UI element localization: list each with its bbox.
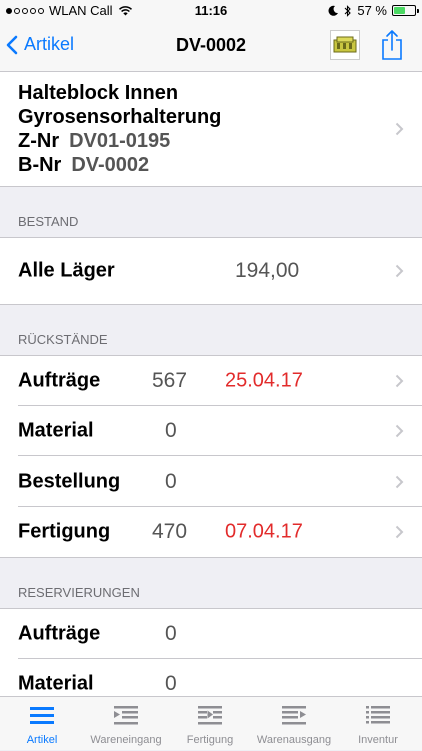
share-icon xyxy=(382,30,402,60)
backlog-quantity: 0 xyxy=(165,419,177,442)
row-fertigung[interactable]: Fertigung 470 07.04.17 xyxy=(0,507,422,557)
inbox-icon xyxy=(114,706,138,725)
chevron-right-icon xyxy=(395,122,404,136)
chevron-right-icon xyxy=(395,424,404,438)
section-header-reservierungen: RESERVIERUNGEN xyxy=(18,585,140,600)
chevron-right-icon xyxy=(395,475,404,488)
row-label: Aufträge xyxy=(18,369,101,392)
inventory-icon xyxy=(366,706,390,724)
due-date: 07.04.17 xyxy=(225,520,303,543)
drawing-number: Z-Nr DV01-0195 xyxy=(18,130,170,153)
chevron-right-icon xyxy=(395,264,404,278)
bluetooth-icon xyxy=(344,4,352,17)
moon-icon xyxy=(328,5,339,16)
battery-icon xyxy=(392,5,419,16)
chevron-right-icon xyxy=(395,525,404,539)
order-number: B-Nr DV-0002 xyxy=(18,154,149,177)
tab-bar: Artikel Wareneingang Fertigung Warenausg… xyxy=(0,696,422,750)
battery-percent: 57 % xyxy=(357,3,387,18)
drawing-number-label: Z-Nr xyxy=(18,130,60,152)
reservierungen-group: Aufträge 0 Material 0 xyxy=(0,608,422,710)
reserved-quantity: 0 xyxy=(165,622,177,645)
row-label: Alle Läger xyxy=(18,259,115,282)
article-header-cell[interactable]: Halteblock Innen Gyrosensorhalterung Z-N… xyxy=(0,72,422,186)
section-header-rueckstaende: RÜCKSTÄNDE xyxy=(18,332,108,347)
part-image-icon xyxy=(333,36,357,53)
row-reserved-auftraege: Aufträge 0 xyxy=(0,609,422,659)
row-label: Material xyxy=(18,419,94,442)
backlog-quantity: 0 xyxy=(165,469,177,493)
order-number-label: B-Nr xyxy=(18,154,62,176)
drawing-number-value: DV01-0195 xyxy=(69,130,171,152)
row-label: Fertigung xyxy=(18,520,111,543)
list-icon xyxy=(30,707,54,724)
row-label: Material xyxy=(18,672,94,695)
tab-label: Inventur xyxy=(358,734,398,746)
order-number-value: DV-0002 xyxy=(71,154,150,176)
backlog-quantity: 470 xyxy=(152,520,188,543)
tab-wareneingang[interactable]: Wareneingang xyxy=(84,697,168,751)
status-right: 57 % xyxy=(328,3,419,18)
tab-artikel[interactable]: Artikel xyxy=(0,697,84,751)
production-icon xyxy=(198,706,222,725)
due-date: 25.04.17 xyxy=(225,369,303,392)
article-header-group: Halteblock Innen Gyrosensorhalterung Z-N… xyxy=(0,72,422,187)
article-name-line2: Gyrosensorhalterung xyxy=(18,106,222,128)
row-material[interactable]: Material 0 xyxy=(0,406,422,456)
status-bar: WLAN Call 11:16 57 % xyxy=(0,0,422,22)
article-thumbnail[interactable] xyxy=(330,30,360,60)
reserved-quantity: 0 xyxy=(165,672,177,695)
article-name-line1: Halteblock Innen xyxy=(18,82,179,104)
section-header-bestand: BESTAND xyxy=(18,214,79,229)
article-detail: Halteblock Innen Gyrosensorhalterung Z-N… xyxy=(0,72,422,710)
navigation-bar: Artikel DV-0002 xyxy=(0,22,422,72)
bestand-group: Alle Läger 194,00 xyxy=(0,237,422,305)
outbox-icon xyxy=(282,706,306,725)
row-label: Aufträge xyxy=(18,622,101,645)
stock-quantity: 194,00 xyxy=(235,259,300,282)
tab-fertigung[interactable]: Fertigung xyxy=(168,697,252,751)
row-bestellung[interactable]: Bestellung 0 xyxy=(0,456,422,507)
row-auftraege[interactable]: Aufträge 567 25.04.17 xyxy=(0,356,422,406)
share-button[interactable] xyxy=(380,29,404,66)
row-alle-laeger[interactable]: Alle Läger 194,00 xyxy=(0,238,422,304)
tab-warenausgang[interactable]: Warenausgang xyxy=(252,697,336,751)
rueckstaende-group: Aufträge 567 25.04.17 Material 0 Bestell… xyxy=(0,355,422,558)
chevron-right-icon xyxy=(395,374,404,388)
backlog-quantity: 567 xyxy=(152,369,188,392)
tab-inventur[interactable]: Inventur xyxy=(336,697,420,751)
row-label: Bestellung xyxy=(18,470,121,492)
